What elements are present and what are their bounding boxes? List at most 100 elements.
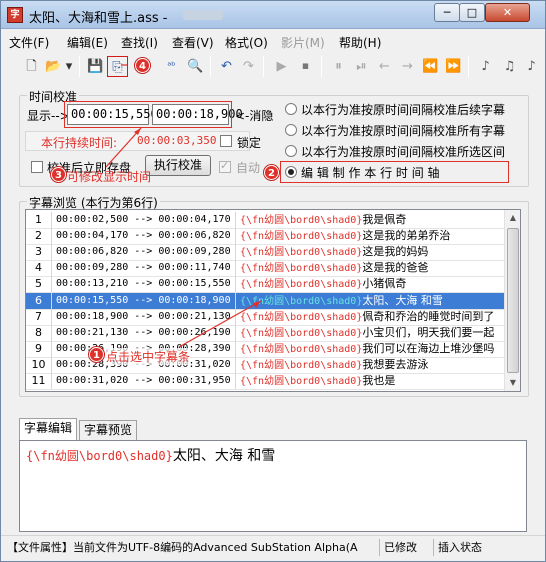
annotation-badge-1: 1 [89, 347, 104, 362]
auto-checkbox[interactable] [219, 159, 231, 173]
duration-value: 00:00:03,350 [137, 134, 217, 147]
find-icon[interactable]: 🔍 [185, 56, 206, 77]
toolbar: 🗋 📂 ▾ 💾 ⎘ ᵃᵇ 🔍 ↶ ↷ ▶ ⏹ ⏸ ⏯ ← → ⏪ ⏩ ♪ ♫ ♪ [5, 53, 541, 81]
radio-calibrate-all[interactable] [285, 124, 297, 136]
scroll-thumb[interactable] [507, 228, 519, 373]
radio-calibrate-following[interactable] [285, 103, 297, 115]
save-copy-icon[interactable]: ⎘ [107, 56, 128, 77]
row-subtitle-text: {\fn幼圆\bord0\shad0}小猪佩奇 [237, 276, 504, 292]
music-note-icon[interactable]: ♪ [521, 56, 542, 77]
row-content: 太阳、大海 和雪 [362, 293, 443, 307]
vertical-scrollbar[interactable]: ▲ ▼ [504, 210, 520, 391]
edit-text: 太阳、大海 和雪 [172, 448, 276, 464]
open-folder-icon[interactable]: 📂 [43, 56, 64, 77]
status-modified: 已修改 [379, 539, 431, 556]
table-row[interactable]: 8 00:00:21,130 --> 00:00:26,190 {\fn幼圆\bor… [26, 324, 504, 341]
subtitle-app-icon[interactable]: 字 [7, 7, 23, 23]
row-subtitle-text: {\fn幼圆\bord0\shad0}佩奇和乔治的睡觉时间到了 [237, 309, 504, 325]
toolbar-separator [79, 56, 80, 77]
next-icon[interactable]: → [397, 56, 418, 77]
scroll-down-icon[interactable]: ▼ [505, 375, 520, 391]
subtitle-list[interactable]: 1 00:00:02,500 --> 00:00:04,170 {\fn幼圆\bor… [25, 209, 521, 392]
menu-edit[interactable]: 编辑(E) [67, 34, 108, 51]
redo-icon[interactable]: ↷ [238, 56, 259, 77]
save-after-calibrate-checkbox[interactable] [31, 161, 43, 173]
row-number: 3 [26, 244, 52, 261]
music-note-icon[interactable]: ♪ [475, 56, 496, 77]
minimize-button[interactable]: ─ [434, 3, 460, 22]
row-number: 10 [26, 356, 52, 373]
undo-icon[interactable]: ↶ [216, 56, 237, 77]
row-content: 我是佩奇 [362, 213, 407, 226]
tab-subtitle-edit[interactable]: 字幕编辑 [19, 418, 77, 441]
radio-edit-timeline[interactable] [285, 166, 297, 178]
title-bar[interactable]: 字 太阳、大海和雪上.ass - ─ □ ✕ [1, 1, 545, 29]
rewind-icon[interactable]: ⏪ [420, 56, 441, 77]
row-time-range: 00:00:31,020 --> 00:00:31,950 [53, 373, 236, 389]
table-row[interactable]: 7 00:00:18,900 --> 00:00:21,130 {\fn幼圆\bor… [26, 308, 504, 325]
lock-checkbox[interactable] [220, 135, 232, 147]
subtitle-edit-area[interactable]: {\fn幼圆\bord0\shad0}太阳、大海 和雪 [19, 440, 527, 532]
row-subtitle-text: {\fn幼圆\bord0\shad0}我想要去游泳 [237, 357, 504, 373]
row-subtitle-text: {\fn幼圆\bord0\shad0}这是我的爸爸 [237, 260, 504, 276]
row-content: 这是我的妈妈 [362, 245, 429, 259]
row-divider [26, 389, 504, 390]
row-style-tag: {\fn幼圆\bord0\shad0} [240, 343, 363, 355]
table-row[interactable]: 3 00:00:06,820 --> 00:00:09,280 {\fn幼圆\bor… [26, 244, 504, 261]
table-row[interactable]: 11 00:00:31,020 --> 00:00:31,950 {\fn幼圆\bo… [26, 373, 504, 389]
toolbar-separator [468, 56, 469, 77]
scroll-up-icon[interactable]: ▲ [505, 210, 520, 226]
annotation-badge-3: 3 [51, 167, 66, 182]
edit-style-tag: {\fn幼圆\bord0\shad0} [26, 449, 173, 463]
replace-icon[interactable]: ᵃᵇ [161, 56, 182, 77]
lock-label: 锁定 [237, 136, 262, 150]
menu-find[interactable]: 查找(I) [121, 34, 158, 51]
radio-edit-timeline-label: 编 辑 制 作 本 行 时 间 轴 [301, 166, 440, 180]
row-subtitle-text: {\fn幼圆\bord0\shad0}小宝贝们，明天我们要一起 [237, 325, 504, 341]
table-row[interactable]: 1 00:00:02,500 --> 00:00:04,170 {\fn幼圆\bor… [26, 212, 504, 228]
table-row[interactable]: 6 00:00:15,550 --> 00:00:18,900 {\fn幼圆\bor… [26, 292, 504, 309]
menu-file[interactable]: 文件(F) [9, 34, 49, 51]
forward-icon[interactable]: ⏩ [443, 56, 464, 77]
new-file-icon[interactable]: 🗋 [21, 56, 42, 77]
dropdown-arrow-icon[interactable]: ▾ [63, 56, 75, 77]
row-subtitle-text: {\fn幼圆\bord0\shad0}这是我的弟弟乔治 [237, 228, 504, 244]
toolbar-separator [263, 56, 264, 77]
row-style-tag: {\fn幼圆\bord0\shad0} [240, 231, 363, 243]
radio-calibrate-all-label: 以本行为准按原时间间隔校准所有字幕 [301, 124, 506, 138]
prev-icon[interactable]: ← [374, 56, 395, 77]
status-insert-mode: 插入状态 [433, 539, 541, 556]
radio-calibrate-following-label: 以本行为准按原时间间隔校准后续字幕 [301, 103, 506, 117]
timeline-icon[interactable]: ⏹ [295, 56, 316, 77]
annotation-text-3: 可修改显示时间 [67, 170, 152, 184]
radio-calibrate-range-label: 以本行为准按原时间间隔校准所选区间 [301, 145, 506, 159]
table-row[interactable]: 2 00:00:04,170 --> 00:00:06,820 {\fn幼圆\bor… [26, 228, 504, 245]
menu-view[interactable]: 查看(V) [172, 34, 214, 51]
menu-help[interactable]: 帮助(H) [339, 34, 381, 51]
menu-movie[interactable]: 影片(M) [281, 34, 325, 51]
duration-label: 本行持续时间: [41, 136, 118, 150]
music-note-off-icon[interactable]: ♫ [499, 56, 520, 77]
calibrate-button[interactable]: 执行校准 [145, 155, 211, 176]
stop-icon[interactable]: ⏯ [351, 56, 372, 77]
save-icon[interactable]: 💾 [85, 56, 106, 77]
pause-icon[interactable]: ⏸ [328, 56, 349, 77]
toolbar-separator [210, 56, 211, 77]
row-style-tag: {\fn幼圆\bord0\shad0} [240, 327, 363, 339]
menu-format[interactable]: 格式(O) [225, 34, 268, 51]
time-inputs-highlight [64, 101, 232, 128]
radio-calibrate-range[interactable] [285, 145, 297, 157]
table-row[interactable]: 4 00:00:09,280 --> 00:00:11,740 {\fn幼圆\bor… [26, 260, 504, 277]
play-icon[interactable]: ▶ [271, 56, 292, 77]
table-row[interactable]: 5 00:00:13,210 --> 00:00:15,550 {\fn幼圆\bor… [26, 276, 504, 293]
status-bar: 【文件属性】当前文件为UTF-8编码的Advanced SubStation A… [1, 535, 545, 557]
row-content: 佩奇和乔治的睡觉时间到了 [362, 309, 495, 323]
tab-subtitle-preview[interactable]: 字幕预览 [79, 420, 137, 441]
row-time-range: 00:00:06,820 --> 00:00:09,280 [53, 244, 236, 261]
row-number: 6 [26, 292, 52, 309]
row-style-tag: {\fn幼圆\bord0\shad0} [240, 311, 363, 323]
row-content: 我们可以在海边上堆沙堡吗 [362, 341, 495, 355]
close-button[interactable]: ✕ [485, 3, 530, 22]
status-file-properties: 【文件属性】当前文件为UTF-8编码的Advanced SubStation A… [7, 541, 358, 554]
maximize-button[interactable]: □ [459, 3, 485, 22]
